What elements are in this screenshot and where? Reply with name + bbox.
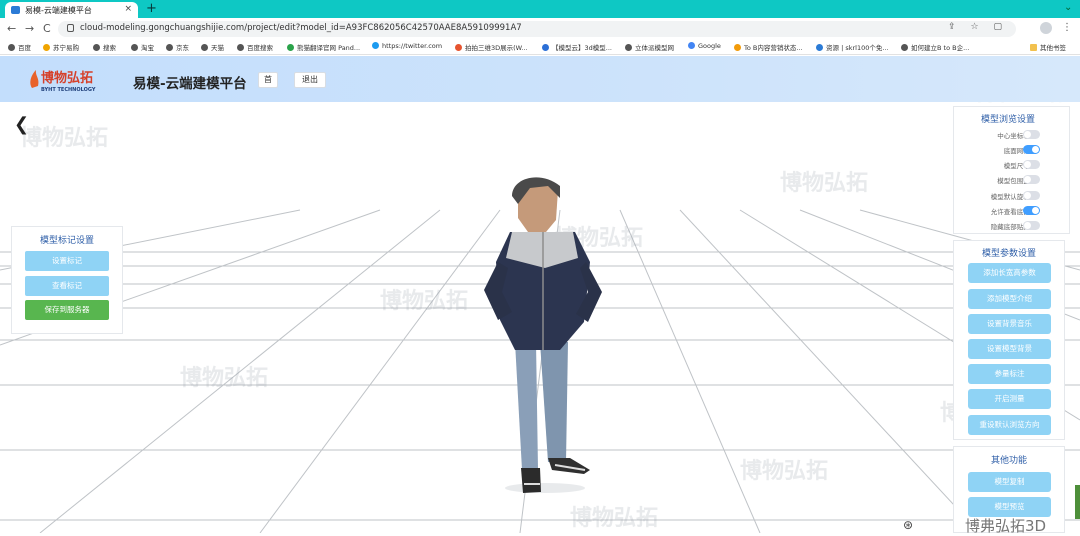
other-functions-title: 其他功能 [991,456,1028,466]
exit-button[interactable]: 退出 [294,72,326,88]
set-mark-button[interactable]: 设置标记 [25,251,109,271]
lock-icon [67,24,74,32]
enable-measure-button[interactable]: 开启测量 [968,389,1051,409]
bookmark-icon [237,44,244,51]
tab-search-icon[interactable]: ⌄ [1064,2,1072,13]
bookmark-icon [201,44,208,51]
reset-view-direction-button[interactable]: 重设默认浏览方向 [968,415,1051,435]
bookmark-item[interactable]: 百度 [8,42,31,52]
browser-menu-icon[interactable]: ⋮ [1062,22,1072,33]
setting-floor-grid: 底面网格: [958,144,1068,156]
logo-subtext: BYHT TECHNOLOGY [41,87,96,93]
bookmark-icon [131,44,138,51]
bookmark-icon [455,44,462,51]
default-rotate-toggle[interactable] [1023,191,1040,200]
reload-icon[interactable]: C [43,22,51,35]
bounding-box-toggle[interactable] [1023,175,1040,184]
model-preview-button[interactable]: 模型预览 [968,497,1051,517]
browser-tabstrip: 易模-云端建模平台 × + ⌄ [0,0,1080,18]
bookmark-item[interactable]: 如何建立B to B企... [901,42,969,52]
bookmark-icon [542,44,549,51]
watermark: 博物弘拓 [20,125,108,151]
wechat-icon: ⊛ [903,518,914,532]
model-copy-button[interactable]: 模型复制 [968,472,1051,492]
bookmark-icon [43,44,50,51]
bookmark-icon [901,44,908,51]
bookmark-item[interactable]: 百度搜索 [237,42,273,52]
browser-navbar: ← → C cloud-modeling.gongchuangshijie.co… [0,18,1080,40]
bookmark-icon [166,44,173,51]
scrollbar-accent [1075,485,1080,519]
bookmark-item[interactable]: Google [688,42,721,50]
bookmark-item[interactable]: To B内容营销状态... [734,42,803,52]
bookmark-item[interactable]: 京东 [166,42,189,52]
setting-center-axis: 中心坐标轴: [958,129,1068,141]
address-url[interactable]: cloud-modeling.gongchuangshijie.com/proj… [80,23,522,33]
setting-bounding-box: 模型包围盒: [958,174,1068,186]
bookmark-item[interactable]: 资源 | skrl100个免... [816,42,889,52]
home-button[interactable]: 首 [258,72,278,88]
watermark: 博物弘拓 [380,288,468,314]
forward-nav-icon[interactable]: → [25,22,34,35]
page-title: 易模-云端建模平台 [133,76,247,92]
company-logo: 博物弘拓 BYHT TECHNOLOGY [30,70,96,93]
site-favicon-icon [11,6,20,14]
bookmark-icon [93,44,100,51]
view-mark-button[interactable]: 查看标记 [25,276,109,296]
bookmark-item[interactable]: 苏宁易购 [43,42,79,52]
set-bgm-button[interactable]: 设置背景音乐 [968,314,1051,334]
back-icon[interactable]: ❮ [14,114,29,135]
param-settings-title: 模型参数设置 [982,249,1037,259]
setting-hide-bottom-texture: 隐藏底部贴图: [958,220,1068,232]
view-bottom-toggle[interactable] [1023,206,1040,215]
add-dimensions-button[interactable]: 添加长宽高参数 [968,263,1051,283]
tab-title: 易模-云端建模平台 [25,6,92,15]
floor-grid-toggle[interactable] [1023,145,1040,154]
setting-default-rotate: 模型默认旋转: [958,190,1068,202]
parameter-annotation-button[interactable]: 参量标注 [968,364,1051,384]
tab-close-icon[interactable]: × [124,4,132,14]
profile-avatar-icon[interactable] [1040,22,1052,34]
folder-icon [1030,44,1037,51]
bookmarks-bar: 百度 苏宁易购 搜索 淘宝 京东 天猫 百度搜索 熊猫翻译官网 Pand... … [0,40,1080,55]
bookmark-icon [8,44,15,51]
bookmark-item[interactable]: 搜索 [93,42,116,52]
bookmark-item[interactable]: 立体派模型网 [625,42,674,52]
add-model-intro-button[interactable]: 添加模型介绍 [968,289,1051,309]
other-bookmarks[interactable]: 其他书签 [1030,42,1066,52]
address-bar[interactable]: cloud-modeling.gongchuangshijie.com/proj… [58,21,1016,37]
bookmark-item[interactable]: 淘宝 [131,42,154,52]
center-axis-toggle[interactable] [1023,130,1040,139]
model-size-toggle[interactable] [1023,160,1040,169]
omnibox-actions-icon[interactable]: ⇪ ☆ ▢ [948,22,1008,32]
bookmark-item[interactable]: 天猫 [201,42,224,52]
3d-person-model[interactable] [484,177,602,493]
browser-tab[interactable]: 易模-云端建模平台 × [5,2,138,18]
mark-settings-title: 模型标记设置 [40,236,95,246]
watermark: 博物弘拓 [570,505,658,531]
save-to-server-button[interactable]: 保存到服务器 [25,300,109,320]
back-nav-icon[interactable]: ← [7,22,16,35]
hide-bottom-texture-toggle[interactable] [1023,221,1040,230]
bookmark-icon [816,44,823,51]
view-settings-title: 模型浏览设置 [981,115,1036,125]
watermark: 博物弘拓 [740,458,828,484]
new-tab-button[interactable]: + [146,1,157,16]
setting-view-bottom: 允许查看底部: [958,205,1068,217]
bookmark-icon [625,44,632,51]
bookmark-icon [734,44,741,51]
bookmark-item[interactable]: 【模型云】3d模型... [542,42,612,52]
bookmark-item[interactable]: 拍拍三维3D展示(W... [455,42,528,52]
bookmark-item[interactable]: https://twitter.com [372,42,442,50]
model-viewport[interactable]: 博物弘拓 博物弘拓 博物弘拓 博物弘拓 博物弘拓 博物弘拓 博物弘拓 博物弘拓 … [0,102,1080,533]
google-icon [688,42,695,49]
twitter-icon [372,42,379,49]
set-model-background-button[interactable]: 设置模型背景 [968,339,1051,359]
watermark: 博物弘拓 [180,365,268,391]
setting-model-size: 模型尺寸: [958,159,1068,171]
logo-text: 博物弘拓 [41,70,93,86]
watermark: 博物弘拓 [780,170,868,196]
bookmark-icon [287,44,294,51]
bookmark-item[interactable]: 熊猫翻译官网 Pand... [287,42,360,52]
